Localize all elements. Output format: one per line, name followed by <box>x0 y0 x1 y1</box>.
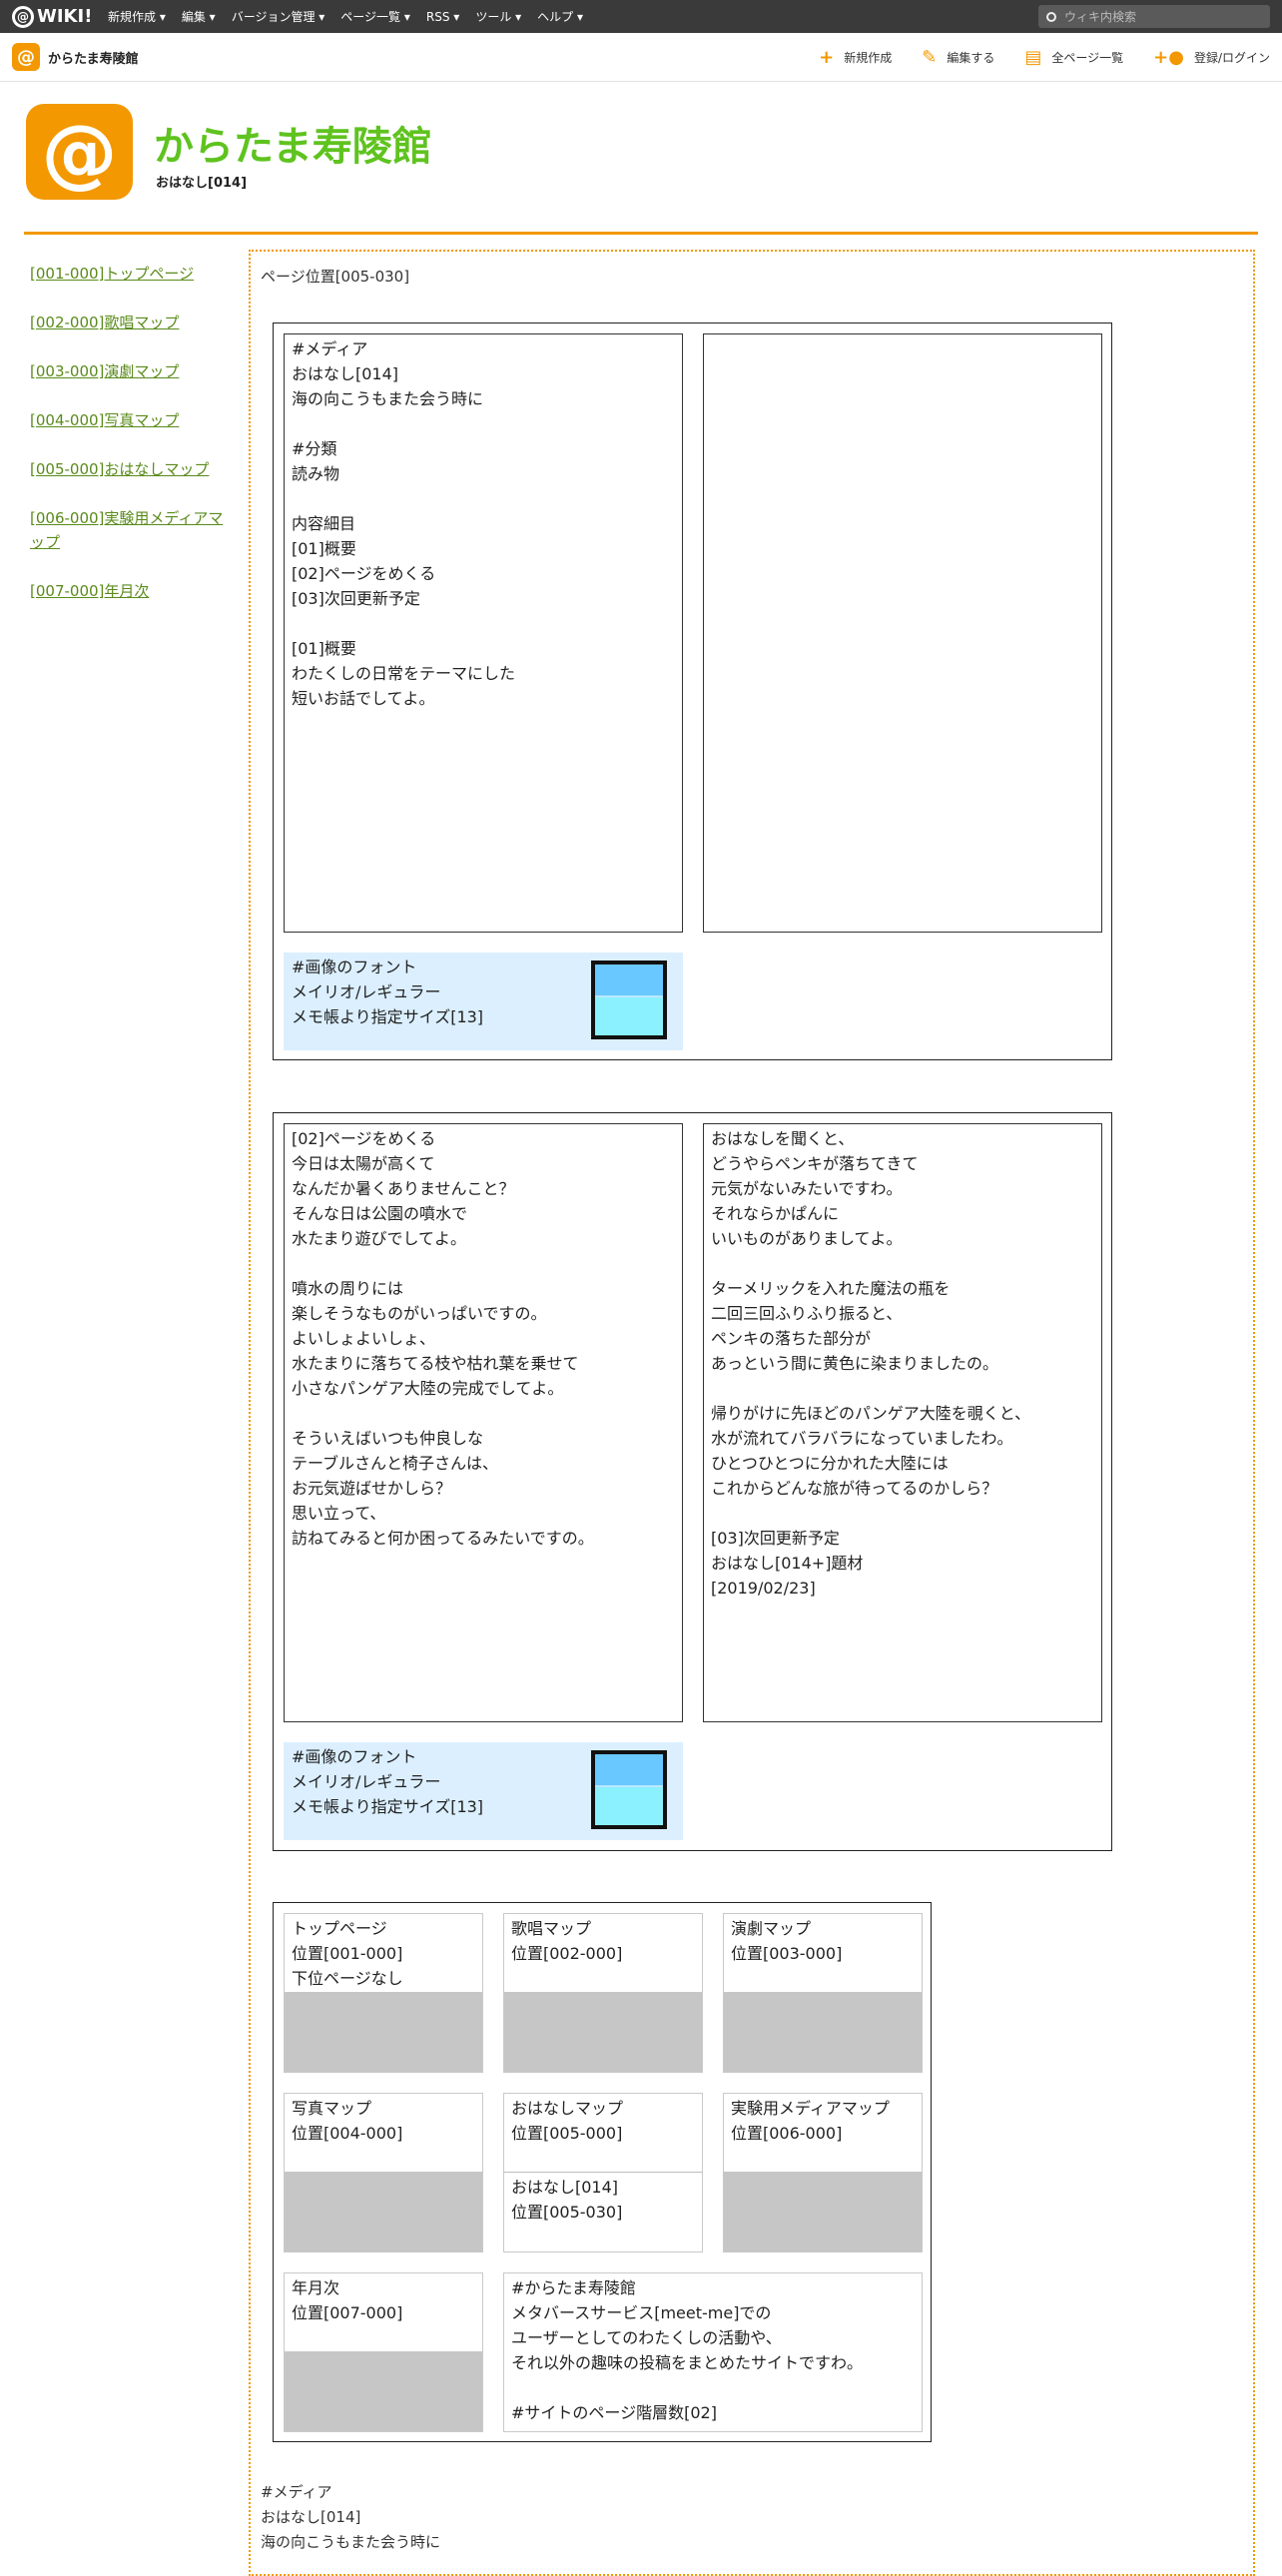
edit-label: 編集する <box>947 50 995 65</box>
map-card-text: 演劇マップ 位置[003-000] <box>731 1919 843 1963</box>
map-card-text: 写真マップ 位置[004-000] <box>292 2099 403 2143</box>
document-icon: ▤ <box>1024 46 1042 68</box>
map-card-photo[interactable]: 写真マップ 位置[004-000] <box>284 2093 483 2253</box>
pencil-icon: ✎ <box>922 46 938 68</box>
story-text-box-left: [02]ページをめくる 今日は太陽が高くて なんだか暑くありませんこと？ そんな… <box>284 1123 683 1722</box>
header-divider <box>24 232 1258 235</box>
page-position: ページ位置[005-030] <box>261 268 410 286</box>
search-input[interactable]: ウィキ内検索 <box>1038 5 1270 28</box>
map-card-thumbnail <box>285 1992 482 2072</box>
menu-edit[interactable]: 編集 ▾ <box>182 8 216 25</box>
map-card-singing[interactable]: 歌唱マップ 位置[002-000] <box>503 1913 703 2073</box>
sidebar-link-photo-map[interactable]: [004-000]写真マップ <box>30 408 230 432</box>
login-button[interactable]: +● 登録/ログイン <box>1153 47 1270 68</box>
menu-version[interactable]: バージョン管理 ▾ <box>232 8 325 25</box>
sidebar-link-drama-map[interactable]: [003-000]演劇マップ <box>30 359 230 383</box>
plus-icon: + <box>819 46 835 68</box>
sidebar-link-singing-map[interactable]: [002-000]歌唱マップ <box>30 311 230 334</box>
new-page-button[interactable]: + 新規作成 <box>819 47 892 68</box>
all-pages-button[interactable]: ▤ 全ページ一覧 <box>1024 47 1123 68</box>
image-frame <box>703 333 1102 933</box>
map-card-thumbnail <box>504 1992 702 2072</box>
site-about-card: #からたま寿陵館 メタバースサービス[meet-me]での ユーザーとしてのわた… <box>503 2272 923 2432</box>
map-card-experimental[interactable]: 実験用メディアマップ 位置[006-000] <box>723 2093 923 2253</box>
story-text-box-right: おはなしを聞くと、 どうやらペンキが落ちてきて 元気がないみたいですわ。 それな… <box>703 1123 1102 1722</box>
site-map-grid: トップページ 位置[001-000] 下位ページなし 歌唱マップ 位置[002-… <box>273 1902 932 2442</box>
map-card-thumbnail <box>285 2351 482 2431</box>
page-title: おはなし[014] <box>156 176 248 191</box>
map-card-thumbnail <box>285 2172 482 2252</box>
map-card-drama[interactable]: 演劇マップ 位置[003-000] <box>723 1913 923 2073</box>
at-sign-icon: @ <box>12 5 34 28</box>
menu-rss[interactable]: RSS ▾ <box>426 10 459 24</box>
map-card-story[interactable]: おはなしマップ 位置[005-000] おはなし[014] 位置[005-030… <box>503 2093 703 2253</box>
sidebar: [001-000]トップページ [002-000]歌唱マップ [003-000]… <box>30 262 230 628</box>
color-swatch-image <box>591 961 667 1039</box>
site-logo-icon-large[interactable]: @ <box>26 104 133 200</box>
site-header: @ からたま寿陵館 おはなし[014] <box>26 104 1254 200</box>
new-page-label: 新規作成 <box>844 50 893 65</box>
atwiki-logo[interactable]: @ WIKI! <box>12 5 92 28</box>
overview-text-box: #メディア おはなし[014] 海の向こうもまた会う時に #分類 読み物 内容細… <box>284 333 683 933</box>
menu-new[interactable]: 新規作成 ▾ <box>108 8 166 25</box>
map-card-text: 実験用メディアマップ 位置[006-000] <box>731 2099 890 2143</box>
map-card-text: おはなしマップ 位置[005-000] <box>511 2099 624 2143</box>
map-card-thumbnail <box>724 2172 922 2252</box>
page-actions: + 新規作成 ✎ 編集する ▤ 全ページ一覧 +● 登録/ログイン <box>789 33 1270 81</box>
top-navigation-bar: @ WIKI! 新規作成 ▾ 編集 ▾ バージョン管理 ▾ ページ一覧 ▾ RS… <box>0 0 1282 33</box>
user-add-icon: +● <box>1153 46 1184 68</box>
site-logo-icon: @ <box>12 43 40 71</box>
all-pages-label: 全ページ一覧 <box>1051 50 1124 65</box>
map-card-date-index[interactable]: 年月次 位置[007-000] <box>284 2272 483 2432</box>
site-name: からたま寿陵館 <box>48 51 139 67</box>
map-card-text: 歌唱マップ 位置[002-000] <box>511 1919 623 1963</box>
search-icon <box>1046 11 1056 22</box>
site-title[interactable]: からたま寿陵館 <box>154 114 432 172</box>
map-card-text: 年月次 位置[007-000] <box>292 2278 403 2322</box>
site-bar: @ からたま寿陵館 + 新規作成 ✎ 編集する ▤ 全ページ一覧 +● 登録/ログイン <box>0 33 1282 82</box>
sidebar-link-date-index[interactable]: [007-000]年月次 <box>30 579 230 603</box>
login-label: 登録/ログイン <box>1193 50 1270 65</box>
main-content: ページ位置[005-030] #メディア おはなし[014] 海の向こうもまた会… <box>249 250 1255 2576</box>
current-page-card[interactable]: おはなし[014] 位置[005-030] <box>504 2172 702 2252</box>
logo-text: WIKI! <box>37 6 93 27</box>
site-about-text: #からたま寿陵館 メタバースサービス[meet-me]での ユーザーとしてのわた… <box>511 2278 864 2422</box>
media-section-2: [02]ページをめくる 今日は太陽が高くて なんだか暑くありませんこと？ そんな… <box>273 1112 1112 1851</box>
edit-button[interactable]: ✎ 編集する <box>922 47 994 68</box>
footer-media-info: #メディア おはなし[014] 海の向こうもまた会う時に <box>261 2483 441 2551</box>
map-card-top[interactable]: トップページ 位置[001-000] 下位ページなし <box>284 1913 483 2073</box>
site-link[interactable]: @ からたま寿陵館 <box>12 43 139 71</box>
map-card-text: トップページ 位置[001-000] 下位ページなし <box>292 1919 403 1988</box>
menu-page-list[interactable]: ページ一覧 ▾ <box>340 8 410 25</box>
sidebar-link-story-map[interactable]: [005-000]おはなしマップ <box>30 457 230 481</box>
top-menu: 新規作成 ▾ 編集 ▾ バージョン管理 ▾ ページ一覧 ▾ RSS ▾ ツール … <box>108 0 599 33</box>
sidebar-link-top[interactable]: [001-000]トップページ <box>30 262 230 286</box>
sidebar-link-experimental-map[interactable]: [006-000]実験用メディアマップ <box>30 506 230 554</box>
menu-tools[interactable]: ツール ▾ <box>475 8 521 25</box>
search-placeholder: ウィキ内検索 <box>1064 10 1137 24</box>
color-swatch-image <box>591 1750 667 1829</box>
media-section-1: #メディア おはなし[014] 海の向こうもまた会う時に #分類 読み物 内容細… <box>273 322 1112 1060</box>
map-card-thumbnail <box>724 1992 922 2072</box>
menu-help[interactable]: ヘルプ ▾ <box>537 8 583 25</box>
